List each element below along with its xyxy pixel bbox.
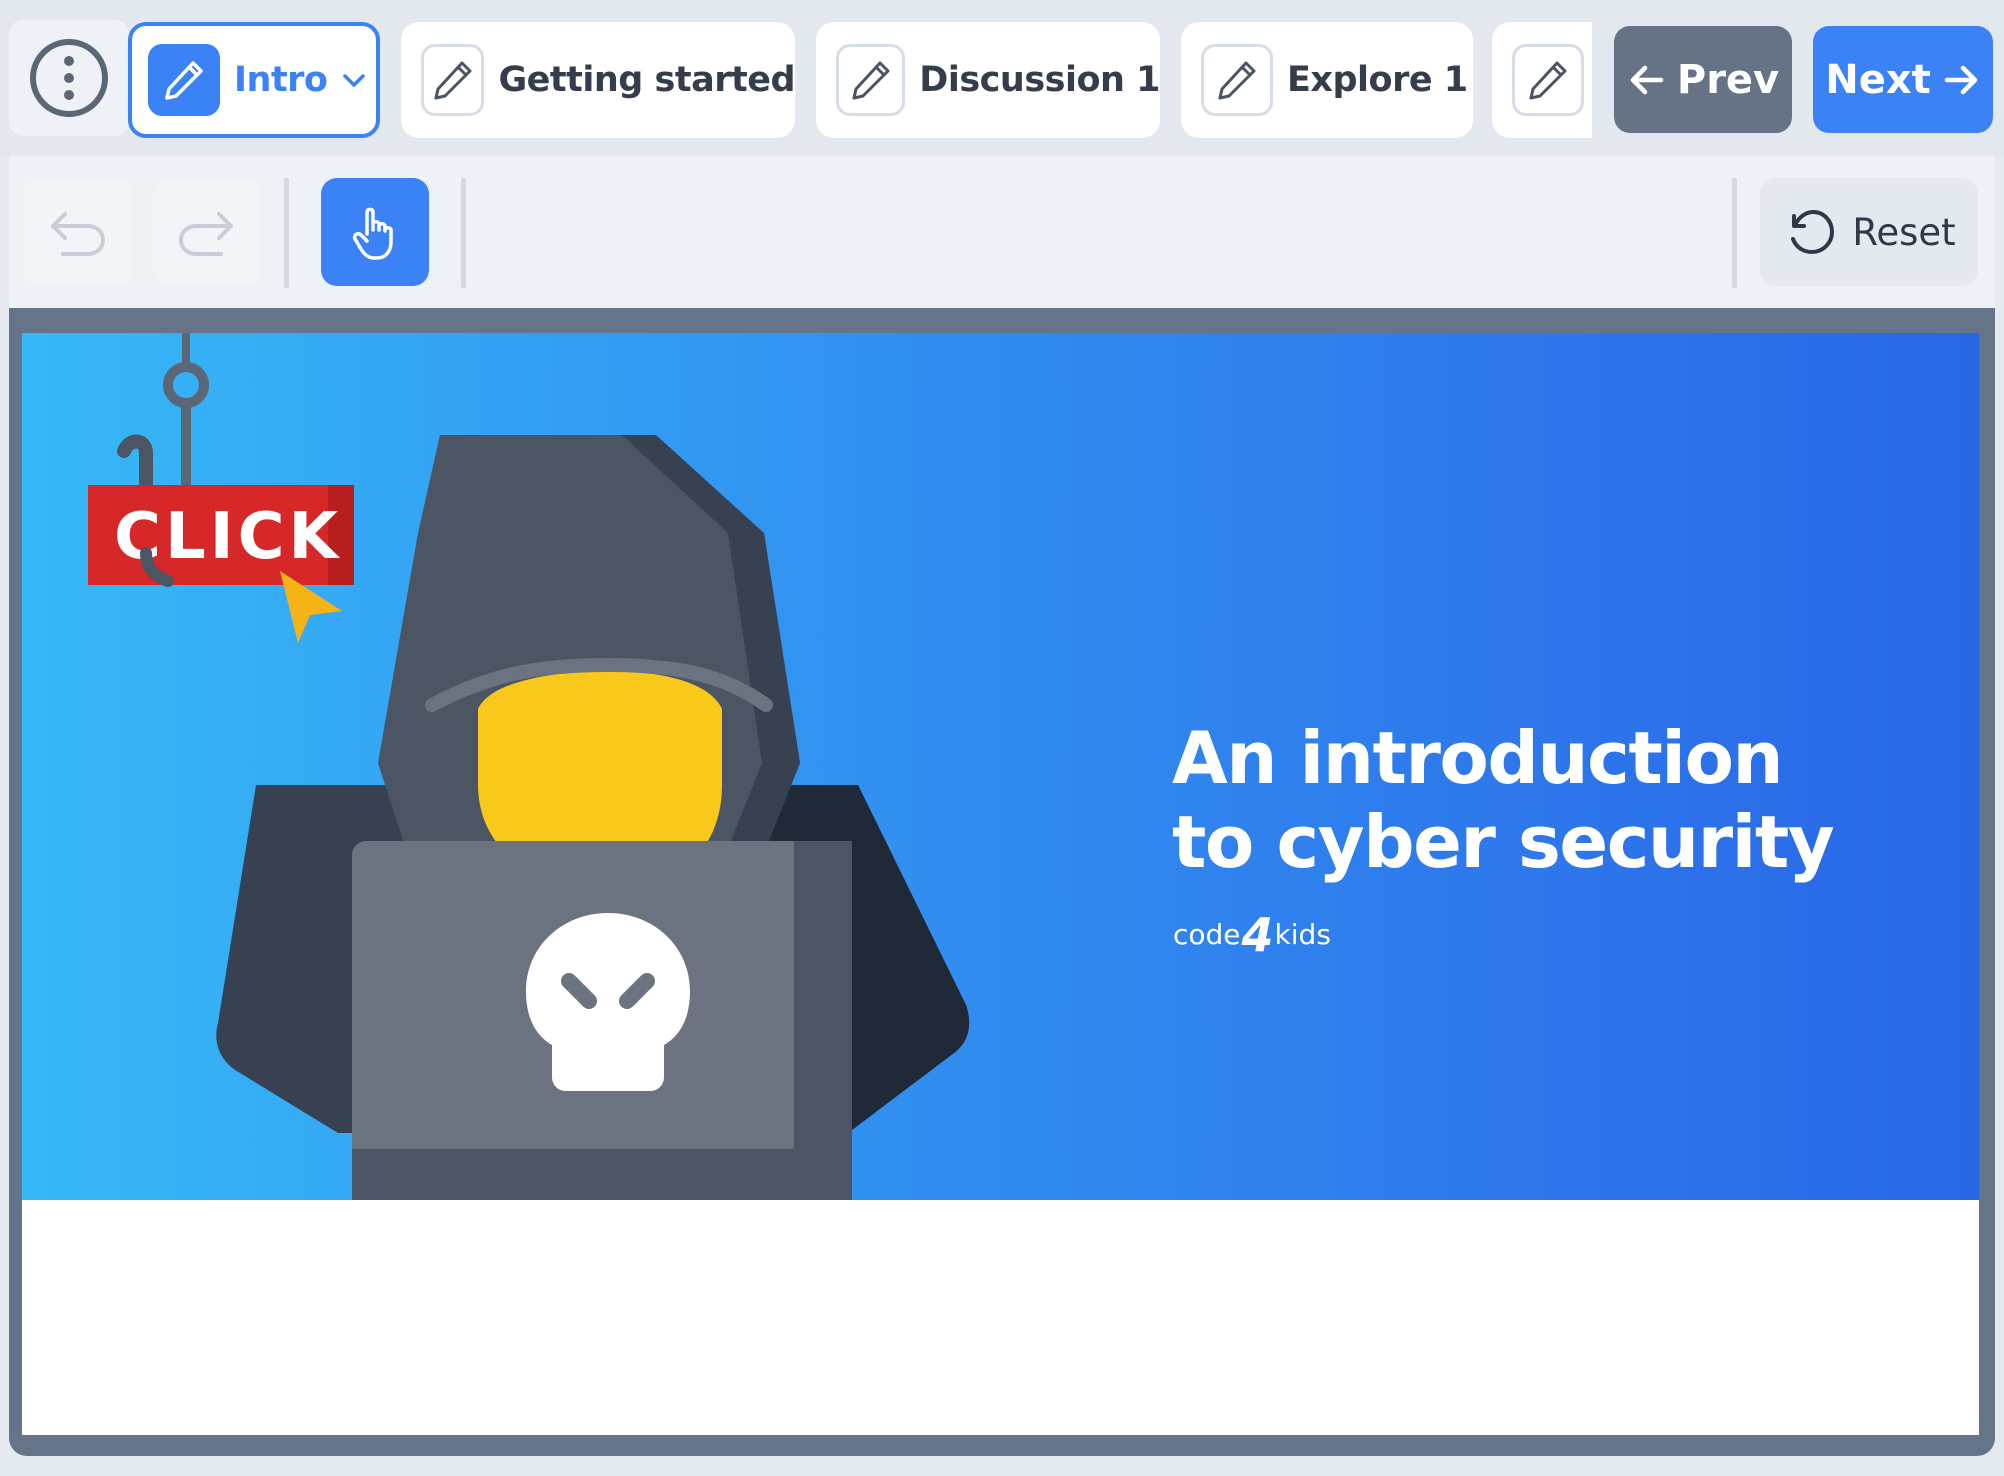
pencil-icon	[148, 44, 220, 116]
chevron-down-icon[interactable]	[339, 65, 369, 95]
prev-button[interactable]: Prev	[1614, 26, 1792, 133]
slide-canvas: CLICK An introduction to cyber security …	[22, 333, 1979, 1435]
slide-title: An introduction to cyber security	[1172, 716, 1835, 884]
pointer-tool-button[interactable]	[321, 178, 429, 286]
undo-button[interactable]	[23, 178, 131, 286]
brand-text: kids	[1274, 918, 1331, 951]
tab-discussion-1[interactable]: Discussion 1	[816, 22, 1160, 138]
prev-label: Prev	[1676, 56, 1780, 103]
tab-explore-1[interactable]: Explore 1	[1181, 22, 1473, 138]
toolbar-divider	[461, 178, 466, 288]
editor-toolbar: Reset	[9, 156, 1995, 308]
more-options-button[interactable]	[9, 20, 129, 136]
pencil-icon	[836, 44, 906, 116]
slide-stage: CLICK An introduction to cyber security …	[9, 308, 1995, 1456]
pencil-icon	[1512, 44, 1584, 116]
reset-button[interactable]: Reset	[1760, 178, 1978, 286]
toolbar-divider	[284, 178, 289, 288]
tab-label: Getting started	[498, 60, 795, 100]
undo-icon	[51, 212, 105, 256]
reset-label: Reset	[1852, 210, 1956, 254]
tab-getting-started[interactable]: Getting started	[401, 22, 795, 138]
brand-number: 4	[1241, 907, 1274, 962]
hand-pointer-icon	[352, 207, 393, 260]
redo-button[interactable]	[153, 178, 261, 286]
tab-label: Discussion 1	[919, 60, 1160, 100]
tab-more[interactable]	[1492, 22, 1592, 138]
redo-icon	[179, 212, 233, 256]
lesson-tabs: Intro Getting started Discussion 1 Explo…	[126, 0, 1592, 156]
brand-logo: code 4 kids	[1173, 907, 1331, 962]
more-vertical-icon	[30, 39, 108, 117]
tab-label: Explore 1	[1287, 60, 1468, 100]
pencil-icon	[421, 44, 485, 116]
arrow-right-icon	[1944, 65, 1978, 94]
tab-intro[interactable]: Intro	[128, 22, 380, 138]
pencil-icon	[1201, 44, 1273, 116]
brand-text: code	[1173, 918, 1241, 951]
next-label: Next	[1825, 56, 1931, 103]
slide-banner: CLICK An introduction to cyber security …	[22, 333, 1979, 1200]
top-navigation-bar: Intro Getting started Discussion 1 Explo…	[0, 0, 2004, 156]
tab-label: Intro	[234, 60, 328, 100]
reset-icon	[1791, 210, 1835, 254]
toolbar-divider	[1732, 178, 1737, 288]
hacker-illustration: CLICK	[88, 333, 970, 1200]
arrow-left-icon	[1630, 65, 1664, 94]
next-button[interactable]: Next	[1813, 26, 1993, 133]
